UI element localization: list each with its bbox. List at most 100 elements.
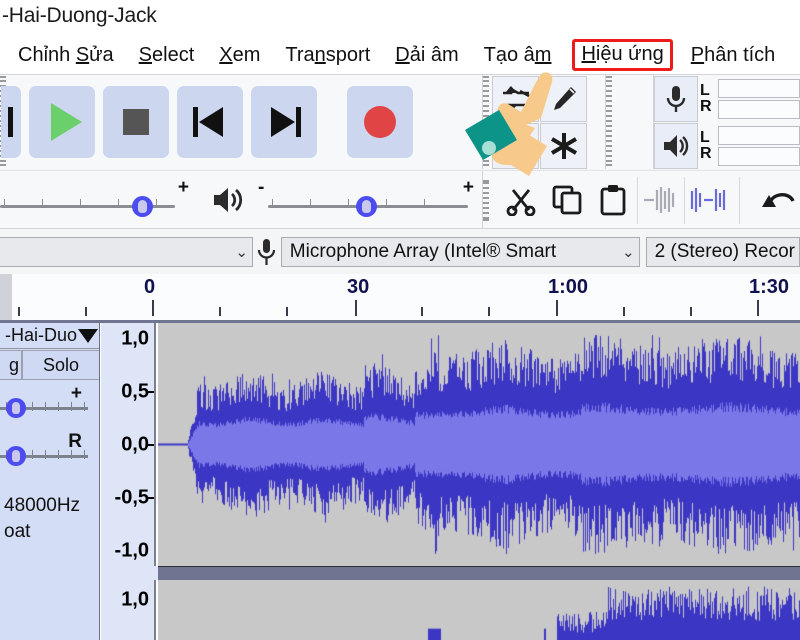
playback-meter[interactable]: L R [654, 123, 800, 169]
meter-bar-left [718, 126, 800, 145]
trim-audio-button[interactable] [638, 177, 684, 224]
menu-item-xem[interactable]: Xem [219, 44, 260, 67]
timeline-ruler[interactable]: 0301:001:30 [0, 274, 800, 323]
timeline-tick-minor [623, 307, 625, 316]
menu-item-transport[interactable]: Transport [285, 44, 370, 67]
pause-button[interactable] [1, 86, 21, 158]
envelope-icon [500, 84, 532, 114]
vertical-ruler-label: 1,0 [121, 589, 149, 612]
recording-device-icon [253, 237, 281, 267]
track-waveform-lower[interactable] [158, 580, 800, 640]
record-icon [364, 106, 396, 138]
timeline-tick-major [355, 300, 357, 316]
recording-volume-plus-label: + [178, 177, 189, 199]
envelope-tool-button[interactable] [492, 76, 539, 122]
timeline-label: 0 [144, 276, 155, 299]
meter-label-right: R [700, 99, 718, 115]
recording-meter-grip-col [606, 75, 654, 169]
meter-bar-left [718, 79, 800, 98]
recording-volume-thumb[interactable] [132, 196, 153, 217]
speaker-icon [662, 133, 690, 159]
menu-item-select[interactable]: Select [139, 44, 195, 67]
track-buttons: g Solo [0, 350, 100, 380]
timeline-tick-major [757, 300, 759, 316]
recording-meter-button[interactable] [654, 76, 698, 122]
recording-meter-bars [718, 76, 800, 122]
track-vertical-ruler-lower: 1,0 [101, 580, 156, 640]
recording-volume-slider[interactable]: - + [0, 179, 197, 221]
playback-meter-bars [718, 123, 800, 169]
track-gain-slider[interactable]: + [0, 385, 100, 423]
skip-to-start-button[interactable] [177, 86, 243, 158]
track-waveform-upper[interactable] [158, 323, 800, 566]
audio-host-combo[interactable]: ⌄ [0, 237, 253, 267]
solo-button[interactable]: Solo [22, 350, 100, 380]
tools-grip[interactable] [483, 75, 492, 169]
meter-toolbars: L R L R [654, 75, 800, 169]
track-pan-slider[interactable]: R [0, 433, 100, 471]
track-pan-thumb[interactable] [6, 446, 26, 466]
silence-audio-button[interactable] [685, 177, 731, 224]
transport-toolbar [0, 75, 483, 169]
menu-bar: Chỉnh Sửa Select Xem Transport Dải âm Tạo âm H… [0, 36, 800, 74]
playback-volume-thumb[interactable] [356, 196, 377, 217]
copy-button[interactable] [544, 177, 590, 224]
channel-separator-gutter [101, 566, 158, 580]
menu-item-dải-âm[interactable]: Dải âm [395, 44, 458, 67]
time-shift-tool-button[interactable] [492, 123, 539, 169]
tools-toolbar [483, 75, 606, 169]
track-sample-format: oat [4, 521, 30, 543]
timeline-tick-major [556, 300, 558, 316]
track-control-panel[interactable]: -Hai-Duo g Solo + R 48000Hz oat [0, 323, 100, 640]
edit-toolbar-grip[interactable] [483, 177, 492, 224]
meter-label-right: R [700, 146, 718, 162]
timeline-label: 30 [347, 276, 369, 299]
meter-label-left: L [700, 130, 718, 146]
track-area: -Hai-Duo g Solo + R 48000Hz oat [0, 323, 800, 640]
menu-item-hiệu-ứng[interactable]: Hiệu ứng [572, 39, 672, 71]
arrows-horizontal-icon [500, 134, 532, 158]
undo-button[interactable] [754, 177, 800, 224]
paste-button[interactable] [590, 177, 636, 224]
menu-item-tạo-âm[interactable]: Tạo âm [484, 44, 552, 67]
microphone-icon [664, 84, 688, 114]
vertical-ruler-label: 0,5 [121, 381, 149, 404]
recording-device-combo[interactable]: Microphone Array (Intel® Smart ⌄ [281, 237, 640, 267]
play-button[interactable] [29, 86, 95, 158]
clipboard-icon [598, 184, 628, 216]
vertical-ruler-tick [148, 391, 154, 393]
menu-item-chỉnh-sửa[interactable]: Chỉnh Sửa [18, 44, 114, 67]
timeline-tick-minor [18, 307, 20, 316]
recording-channels-combo[interactable]: 2 (Stereo) Recor [646, 237, 800, 267]
timeline-tick-minor [219, 307, 221, 316]
recording-meter[interactable]: L R [654, 76, 800, 122]
track-name-dropdown[interactable]: -Hai-Duo [0, 323, 100, 349]
chevron-down-icon: ⌄ [235, 243, 248, 261]
timeline-tick-minor [85, 307, 87, 316]
ruler-left-gutter [0, 274, 12, 320]
timeline-tick-minor [488, 307, 490, 316]
speaker-icon [212, 185, 246, 215]
menu-item-phân-tích[interactable]: Phân tích [691, 44, 776, 67]
playback-meter-button[interactable] [654, 123, 698, 169]
timeline-label: 1:00 [548, 276, 588, 299]
mute-button[interactable]: g [0, 350, 22, 380]
meter-toolbar-grip[interactable] [606, 75, 615, 169]
record-button[interactable] [347, 86, 413, 158]
vertical-ruler-tick [148, 444, 154, 446]
cut-button[interactable] [498, 177, 544, 224]
multi-tool-button[interactable] [540, 123, 587, 169]
skip-start-icon [193, 107, 227, 137]
draw-tool-button[interactable] [540, 76, 587, 122]
copy-icon [551, 184, 583, 216]
stop-icon [123, 109, 149, 135]
track-gain-thumb[interactable] [6, 398, 26, 418]
playback-volume-slider[interactable]: - + [258, 179, 478, 221]
trim-icon [642, 185, 680, 215]
pencil-icon [549, 84, 579, 114]
skip-to-end-button[interactable] [251, 86, 317, 158]
track-name-label: -Hai-Duo [5, 325, 77, 346]
mixer-toolbar: - + - + [0, 170, 483, 229]
stop-button[interactable] [103, 86, 169, 158]
skip-end-icon [267, 107, 301, 137]
